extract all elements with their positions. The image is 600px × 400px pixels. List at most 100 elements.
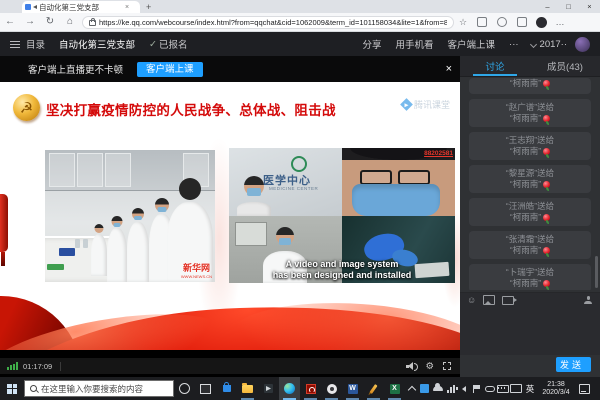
rose-icon bbox=[543, 247, 550, 254]
action-center-icon bbox=[579, 384, 590, 394]
lab-glassware bbox=[83, 239, 88, 248]
brand-play-icon bbox=[400, 98, 413, 111]
camera-icon[interactable] bbox=[502, 296, 514, 305]
word-button[interactable]: W bbox=[342, 377, 363, 400]
tab-discussion[interactable]: 讨论 bbox=[460, 56, 530, 76]
sample-tray bbox=[47, 264, 64, 270]
sidebar-tabs: 讨论 成员(43) bbox=[460, 56, 600, 77]
header-more-button[interactable]: ··· bbox=[509, 39, 519, 50]
tab-close-icon[interactable]: × bbox=[125, 4, 129, 11]
ime-indicator[interactable]: 英 bbox=[522, 383, 538, 395]
tray-expand-button[interactable] bbox=[405, 377, 418, 400]
cloud-icon bbox=[433, 386, 443, 391]
client-promo-banner: 客户端上直播更不卡顿 客户端上课 × bbox=[0, 56, 460, 82]
flag-icon bbox=[473, 385, 481, 393]
browser-tab[interactable]: 自动化第三党支部 × bbox=[22, 1, 140, 13]
store-icon bbox=[223, 385, 231, 392]
favorite-star-icon[interactable]: ☆ bbox=[454, 17, 472, 28]
tray-flag-button[interactable] bbox=[470, 377, 483, 400]
user-avatar[interactable] bbox=[575, 37, 590, 52]
window-maximize-button[interactable]: □ bbox=[558, 0, 579, 13]
refresh-icon[interactable]: ↻ bbox=[40, 13, 60, 31]
tray-qq-button[interactable] bbox=[418, 377, 431, 400]
word-icon: W bbox=[348, 384, 358, 394]
cortana-button[interactable] bbox=[174, 377, 195, 400]
volume-icon[interactable] bbox=[406, 362, 416, 370]
banner-client-button[interactable]: 客户端上课 bbox=[137, 62, 203, 77]
emoji-picker-icon[interactable]: ☺ bbox=[467, 295, 476, 305]
chat-scrollbar[interactable] bbox=[595, 256, 598, 288]
slide-surface[interactable]: ☭ 坚决打赢疫情防控的人民战争、总体战、阻击战 腾讯课堂 bbox=[0, 82, 460, 350]
toc-button[interactable]: 目录 bbox=[26, 37, 45, 51]
quadrant-medical-center: 医学中心 MEDICINE CENTER bbox=[229, 148, 342, 216]
lab-glassware bbox=[75, 239, 80, 248]
rose-icon bbox=[543, 148, 550, 155]
gift-message: “卜瑞宇”送给 “柯雨南” bbox=[469, 264, 591, 290]
rose-icon bbox=[543, 115, 550, 122]
pen-app-button[interactable] bbox=[363, 377, 384, 400]
chat-input[interactable] bbox=[460, 307, 600, 355]
start-button[interactable] bbox=[0, 377, 24, 400]
photo-video-conference: 医学中心 MEDICINE CENTER 88202581 bbox=[229, 148, 455, 283]
red-ribbon-decoration bbox=[0, 286, 460, 350]
tray-link-button[interactable] bbox=[483, 377, 496, 400]
tray-display-button[interactable] bbox=[509, 377, 522, 400]
watch-on-phone-button[interactable]: 用手机看 bbox=[396, 37, 434, 51]
party-emblem-icon: ☭ bbox=[13, 94, 40, 121]
settings-gear-icon[interactable]: ⚙ bbox=[425, 362, 434, 371]
excel-button[interactable]: X bbox=[384, 377, 405, 400]
acrobat-button[interactable] bbox=[300, 377, 321, 400]
media-app-button[interactable] bbox=[258, 377, 279, 400]
chevron-down-icon bbox=[529, 40, 536, 47]
collections-icon[interactable] bbox=[497, 17, 507, 27]
taskbar-search[interactable] bbox=[24, 380, 174, 397]
send-button[interactable]: 发送 bbox=[556, 357, 591, 372]
edge-icon bbox=[284, 383, 295, 394]
edge-browser-button[interactable] bbox=[279, 377, 300, 400]
task-view-button[interactable] bbox=[195, 377, 216, 400]
favorites-bar-icon[interactable] bbox=[477, 17, 487, 27]
masked-person bbox=[237, 176, 271, 216]
chat-message-list[interactable]: “柯雨南” “赵广谱”送给 “柯雨南” “王志翔”送给 “柯雨南” “黎星源”送… bbox=[460, 78, 600, 290]
qq-tray-icon bbox=[420, 384, 429, 393]
new-tab-button[interactable]: + bbox=[146, 2, 151, 12]
member-toggle-icon[interactable] bbox=[584, 296, 592, 304]
window-minimize-button[interactable]: – bbox=[537, 0, 558, 13]
store-button[interactable] bbox=[216, 377, 237, 400]
browser-profile-avatar[interactable] bbox=[536, 17, 547, 28]
client-class-button[interactable]: 客户端上课 bbox=[448, 37, 496, 51]
controls-right: ⚙ bbox=[406, 362, 451, 371]
ticker-number: 88202581 bbox=[424, 150, 453, 157]
tab-members[interactable]: 成员(43) bbox=[530, 56, 600, 76]
fullscreen-icon[interactable] bbox=[443, 362, 451, 370]
account-label[interactable]: 2017·· bbox=[540, 39, 567, 50]
rose-icon bbox=[543, 80, 550, 87]
forward-icon[interactable]: → bbox=[20, 13, 40, 31]
url-field[interactable]: https://ke.qq.com/webcourse/index.html?f… bbox=[82, 16, 454, 29]
clock-date: 2020/3/4 bbox=[538, 389, 574, 397]
video-player[interactable]: 客户端上直播更不卡顿 客户端上课 × ☭ 坚决打赢疫情防控的人民战争、总体战、阻… bbox=[0, 56, 460, 377]
task-view-icon bbox=[200, 384, 211, 394]
gift-message: “赵广谱”送给 “柯雨南” bbox=[469, 99, 591, 127]
search-input[interactable] bbox=[41, 383, 173, 395]
tray-volume-button[interactable] bbox=[457, 377, 470, 400]
tray-keyboard-button[interactable] bbox=[496, 377, 509, 400]
media-app-icon bbox=[264, 384, 273, 393]
banner-close-icon[interactable]: × bbox=[446, 64, 452, 75]
action-center-button[interactable] bbox=[574, 377, 594, 400]
tray-cloud-button[interactable] bbox=[431, 377, 444, 400]
browser-menu-icon[interactable]: … bbox=[551, 17, 569, 27]
tab-audio-icon bbox=[33, 5, 37, 9]
taskbar-clock[interactable]: 21:38 2020/3/4 bbox=[538, 381, 574, 397]
menu-icon[interactable] bbox=[10, 41, 20, 48]
home-icon[interactable]: ⌂ bbox=[60, 13, 80, 31]
share-button[interactable]: 分享 bbox=[362, 37, 381, 51]
windows-taskbar: W X 英 21:38 2020/3/4 bbox=[0, 377, 600, 400]
back-icon[interactable]: ← bbox=[0, 13, 20, 31]
extension-icon[interactable] bbox=[517, 17, 527, 27]
music-app-button[interactable] bbox=[321, 377, 342, 400]
file-explorer-button[interactable] bbox=[237, 377, 258, 400]
image-upload-icon[interactable] bbox=[483, 295, 495, 305]
tab-favicon-icon bbox=[25, 4, 31, 10]
window-close-button[interactable]: × bbox=[579, 0, 600, 13]
